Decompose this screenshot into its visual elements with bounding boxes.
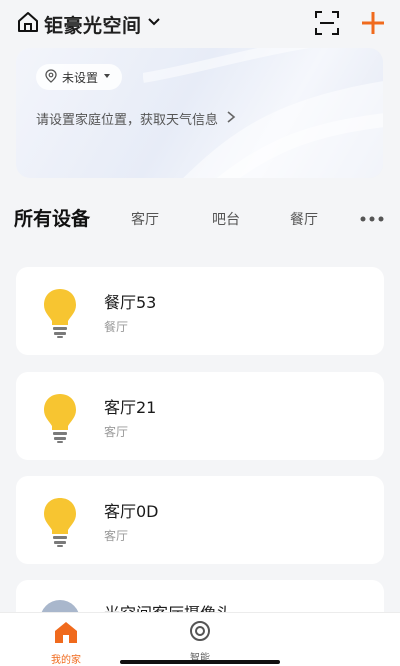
- location-pin-icon: [44, 68, 58, 86]
- tab-living-room[interactable]: 客厅: [131, 209, 159, 229]
- bulb-icon: [42, 287, 78, 343]
- device-name: 客厅0D: [104, 502, 159, 521]
- device-card[interactable]: 客厅21 客厅: [16, 372, 384, 460]
- smart-icon: [188, 621, 212, 647]
- more-icon[interactable]: [360, 209, 384, 228]
- scan-icon[interactable]: [314, 10, 340, 40]
- device-room: 餐厅: [104, 320, 129, 334]
- top-bar: 钜豪光空间: [0, 0, 400, 48]
- device-card[interactable]: 客厅0D 客厅: [16, 476, 384, 564]
- home-indicator: [120, 660, 280, 664]
- home-switcher[interactable]: 钜豪光空间: [16, 10, 162, 38]
- room-tabs: 所有设备 客厅 吧台 餐厅: [0, 204, 400, 234]
- tab-dining-room[interactable]: 餐厅: [290, 209, 318, 229]
- nav-my-home[interactable]: 我的家: [26, 619, 106, 666]
- weather-hint[interactable]: 请设置家庭位置，获取天气信息: [36, 109, 236, 128]
- weather-card[interactable]: 未设置 请设置家庭位置，获取天气信息: [16, 48, 383, 178]
- tab-all-devices[interactable]: 所有设备: [14, 204, 90, 231]
- home-filled-icon: [53, 622, 79, 649]
- caret-down-icon: [102, 70, 112, 84]
- location-selector[interactable]: 未设置: [36, 64, 123, 90]
- device-name: 餐厅53: [104, 293, 157, 312]
- device-room: 客厅: [104, 425, 129, 439]
- weather-hint-text: 请设置家庭位置，获取天气信息: [36, 113, 219, 128]
- bulb-icon: [42, 496, 78, 552]
- tab-bar[interactable]: 吧台: [212, 209, 240, 229]
- location-label: 未设置: [62, 70, 99, 85]
- nav-my-home-label: 我的家: [51, 655, 81, 666]
- device-card[interactable]: 餐厅53 餐厅: [16, 267, 384, 355]
- bottom-nav: 我的家 智能: [0, 612, 400, 666]
- device-name: 客厅21: [104, 398, 157, 417]
- home-title: 钜豪光空间: [44, 14, 142, 37]
- chevron-right-icon: [226, 110, 236, 128]
- chevron-down-icon: [146, 14, 162, 34]
- plus-icon[interactable]: [360, 10, 386, 40]
- nav-smart[interactable]: 智能: [160, 619, 240, 664]
- device-room: 客厅: [104, 529, 129, 543]
- home-icon: [16, 10, 40, 38]
- bulb-icon: [42, 392, 78, 448]
